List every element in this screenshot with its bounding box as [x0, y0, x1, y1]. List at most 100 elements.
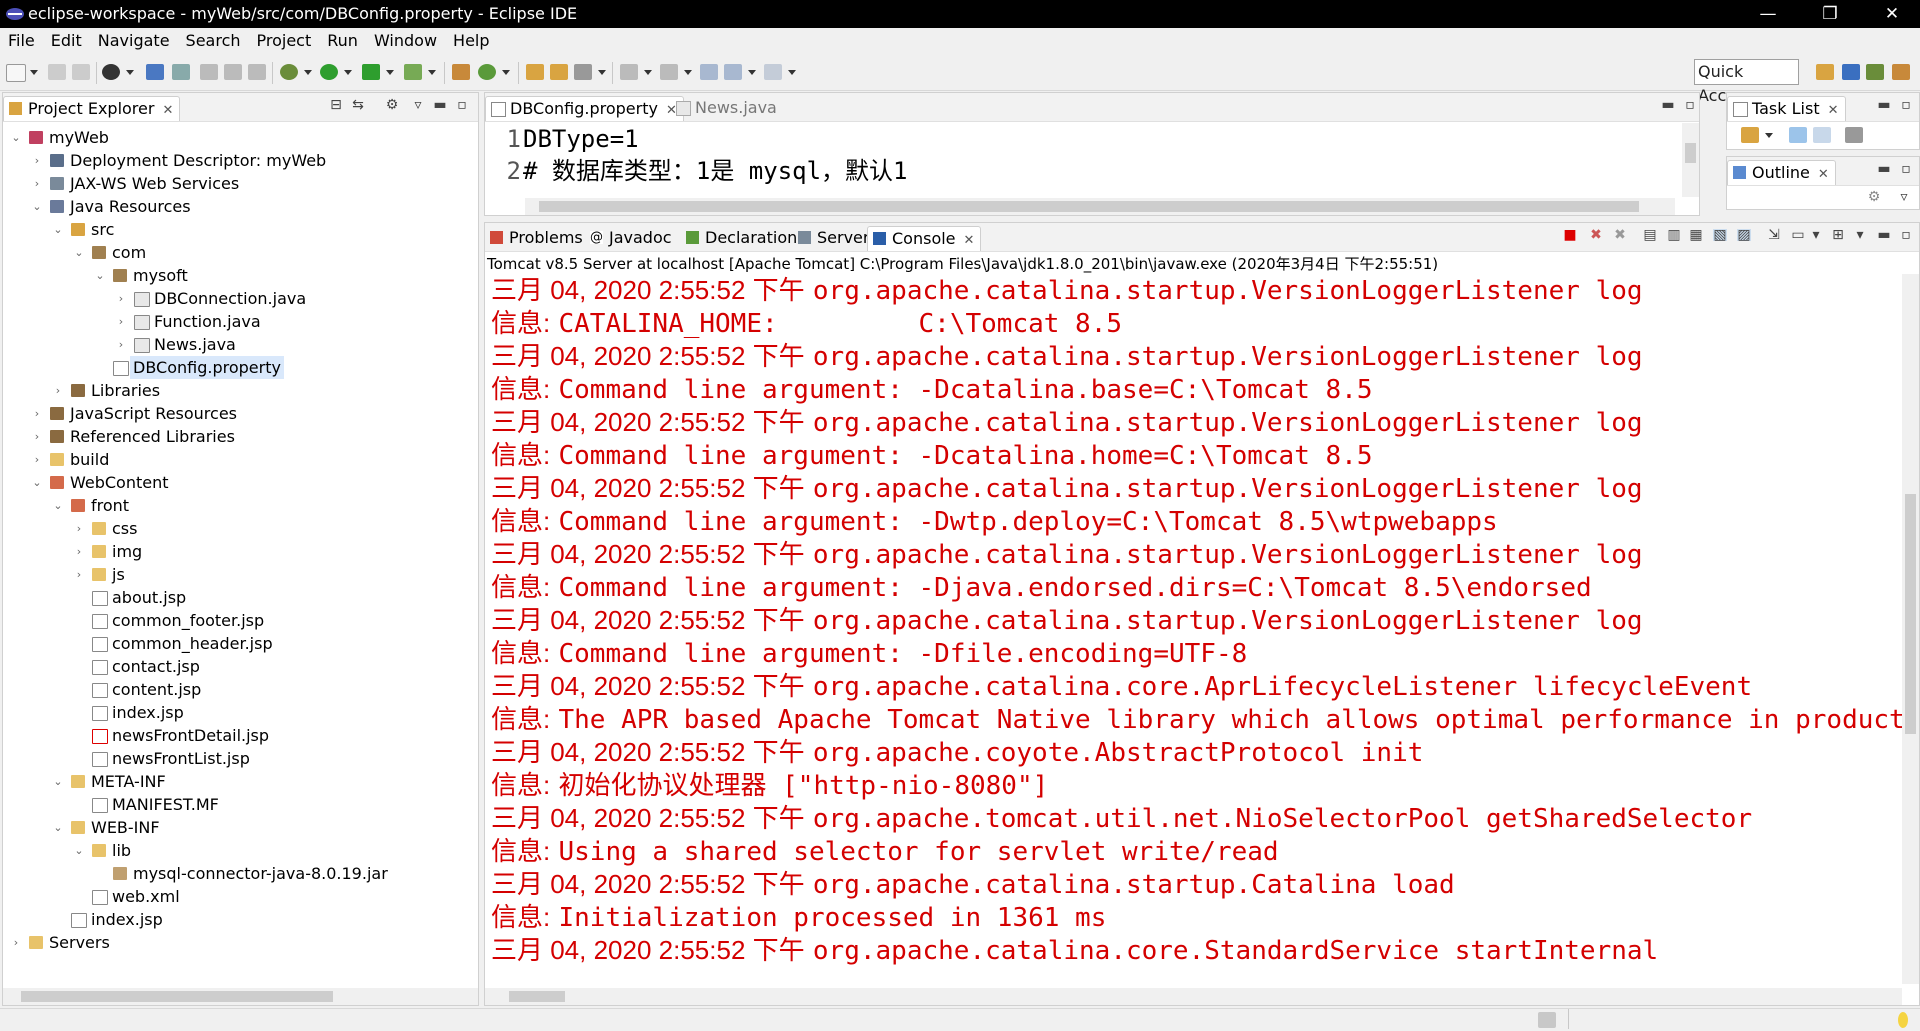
scheduled-icon[interactable] [1813, 127, 1831, 143]
collapse-arrow-icon[interactable]: ⌄ [74, 839, 84, 862]
restore-button[interactable]: ❐ [1804, 0, 1856, 28]
previous-annotation-dropdown-icon[interactable] [684, 70, 692, 75]
run-dropdown-icon[interactable] [344, 70, 352, 75]
tab-task-list[interactable]: Task List ✕ [1727, 96, 1846, 121]
tree-item[interactable]: › build [3, 448, 473, 471]
menu-navigate[interactable]: Navigate [90, 28, 178, 54]
open-console-icon[interactable]: ⊞ [1831, 228, 1845, 242]
collapse-arrow-icon[interactable]: ⌄ [53, 494, 63, 517]
tree-item[interactable]: content.jsp [3, 678, 473, 701]
tab-project-explorer[interactable]: Project Explorer ✕ [3, 96, 181, 121]
tab-news-java[interactable]: News.java [671, 96, 783, 120]
skip-breakpoints-icon[interactable] [172, 64, 190, 80]
minimize-view-icon[interactable]: ▬ [1877, 228, 1891, 242]
profile-icon[interactable] [102, 64, 120, 80]
open-type-icon[interactable] [526, 64, 544, 80]
tree-item[interactable]: ⌄ META-INF [3, 770, 473, 793]
menu-window[interactable]: Window [366, 28, 445, 54]
minimize-button[interactable]: — [1742, 0, 1794, 28]
expand-arrow-icon[interactable]: › [32, 448, 42, 471]
tree-item[interactable]: common_footer.jsp [3, 609, 473, 632]
tree-item[interactable]: › DBConnection.java [3, 287, 473, 310]
forward-dropdown-icon[interactable] [788, 70, 796, 75]
tree-item[interactable]: index.jsp [3, 908, 473, 931]
tree-item[interactable]: ⌄ WEB-INF [3, 816, 473, 839]
collapse-arrow-icon[interactable]: ⌄ [32, 471, 42, 494]
java-ee-perspective-icon[interactable] [1842, 64, 1860, 80]
collapse-arrow-icon[interactable]: ⌄ [53, 816, 63, 839]
new-class-dropdown-icon[interactable] [502, 70, 510, 75]
menu-project[interactable]: Project [249, 28, 320, 54]
editor-vertical-scrollbar[interactable] [1682, 123, 1699, 197]
display-console-dropdown-icon[interactable]: ▾ [1809, 228, 1823, 242]
progress-icon[interactable] [1538, 1012, 1556, 1028]
link-with-editor-icon[interactable]: ⇆ [351, 98, 365, 112]
debug-icon[interactable] [280, 64, 298, 80]
expand-arrow-icon[interactable]: › [32, 172, 42, 195]
tree-item[interactable]: ⌄ Java Resources [3, 195, 473, 218]
open-console-dropdown-icon[interactable]: ▾ [1853, 228, 1867, 242]
back-dropdown-icon[interactable] [748, 70, 756, 75]
project-explorer-horizontal-scrollbar[interactable] [3, 988, 478, 1005]
minimize-view-icon[interactable]: ▬ [1877, 98, 1891, 112]
console-vertical-scrollbar[interactable] [1902, 274, 1919, 984]
close-tab-icon[interactable]: ✕ [964, 233, 975, 248]
collapse-arrow-icon[interactable]: ⌄ [53, 218, 63, 241]
new-java-package-icon[interactable] [452, 64, 470, 80]
tree-item[interactable]: › img [3, 540, 473, 563]
next-annotation-dropdown-icon[interactable] [644, 70, 652, 75]
expand-arrow-icon[interactable]: › [32, 149, 42, 172]
new-task-dropdown-icon[interactable] [1765, 133, 1773, 138]
tree-item[interactable]: ⌄ com [3, 241, 473, 264]
expand-arrow-icon[interactable]: › [11, 931, 21, 954]
tree-item[interactable]: contact.jsp [3, 655, 473, 678]
tree-item[interactable]: ⌄ myWeb [3, 126, 473, 149]
collapse-arrow-icon[interactable]: ⌄ [95, 264, 105, 287]
minimize-editor-icon[interactable]: ▬ [1661, 98, 1675, 112]
expand-arrow-icon[interactable]: › [116, 333, 126, 356]
remove-all-terminated-icon[interactable]: ✖ [1613, 228, 1627, 242]
collapse-arrow-icon[interactable]: ⌄ [32, 195, 42, 218]
tree-item[interactable]: mysql-connector-java-8.0.19.jar [3, 862, 473, 885]
new-dropdown-icon[interactable] [30, 70, 38, 75]
console-horizontal-scrollbar[interactable] [485, 988, 1902, 1005]
search-icon[interactable] [574, 64, 592, 80]
external-tools-dropdown-icon[interactable] [428, 70, 436, 75]
tree-item[interactable]: › JavaScript Resources [3, 402, 473, 425]
maximize-view-icon[interactable]: ▫ [1899, 98, 1913, 112]
close-tab-icon[interactable]: ✕ [162, 103, 173, 118]
expand-arrow-icon[interactable]: › [74, 563, 84, 586]
collapse-arrow-icon[interactable]: ⌄ [74, 241, 84, 264]
minimize-view-icon[interactable]: ▬ [1877, 162, 1891, 176]
tab-dbconfig-property[interactable]: DBConfig.property ✕ [485, 96, 684, 121]
tree-item[interactable]: about.jsp [3, 586, 473, 609]
tree-item[interactable]: › Function.java [3, 310, 473, 333]
expand-arrow-icon[interactable]: › [74, 540, 84, 563]
toggle-block-icon[interactable] [224, 64, 242, 80]
java-perspective-icon[interactable] [1892, 64, 1910, 80]
editor-horizontal-scrollbar[interactable] [525, 198, 1675, 215]
collapse-arrow-icon[interactable]: ⌄ [11, 126, 21, 149]
maximize-editor-icon[interactable]: ▫ [1683, 98, 1697, 112]
tree-item[interactable]: DBConfig.property [3, 356, 473, 379]
expand-arrow-icon[interactable]: › [32, 425, 42, 448]
quick-access-input[interactable]: Quick Access [1694, 59, 1799, 105]
tree-item[interactable]: ⌄ src [3, 218, 473, 241]
tree-item[interactable]: ⌄ mysoft [3, 264, 473, 287]
minimize-view-icon[interactable]: ▬ [433, 98, 447, 112]
terminal-icon[interactable] [146, 64, 164, 80]
menu-search[interactable]: Search [178, 28, 249, 54]
save-all-icon[interactable] [72, 64, 90, 80]
tree-item[interactable]: ⌄ WebContent [3, 471, 473, 494]
last-edit-location-icon[interactable] [700, 64, 718, 80]
back-icon[interactable] [724, 64, 742, 80]
maximize-view-icon[interactable]: ▫ [455, 98, 469, 112]
scroll-lock-icon[interactable]: ▥ [1667, 228, 1681, 242]
expand-arrow-icon[interactable]: › [74, 517, 84, 540]
tree-item[interactable]: › Deployment Descriptor: myWeb [3, 149, 473, 172]
pin-console-icon[interactable]: ⇲ [1767, 228, 1781, 242]
toggle-mark-icon[interactable] [200, 64, 218, 80]
forward-icon[interactable] [764, 64, 782, 80]
tree-item[interactable]: › Servers [3, 931, 473, 954]
editor-text-area[interactable]: 1DBType=1 2# 数据库类型：1是 mysql，默认1 [503, 123, 908, 187]
